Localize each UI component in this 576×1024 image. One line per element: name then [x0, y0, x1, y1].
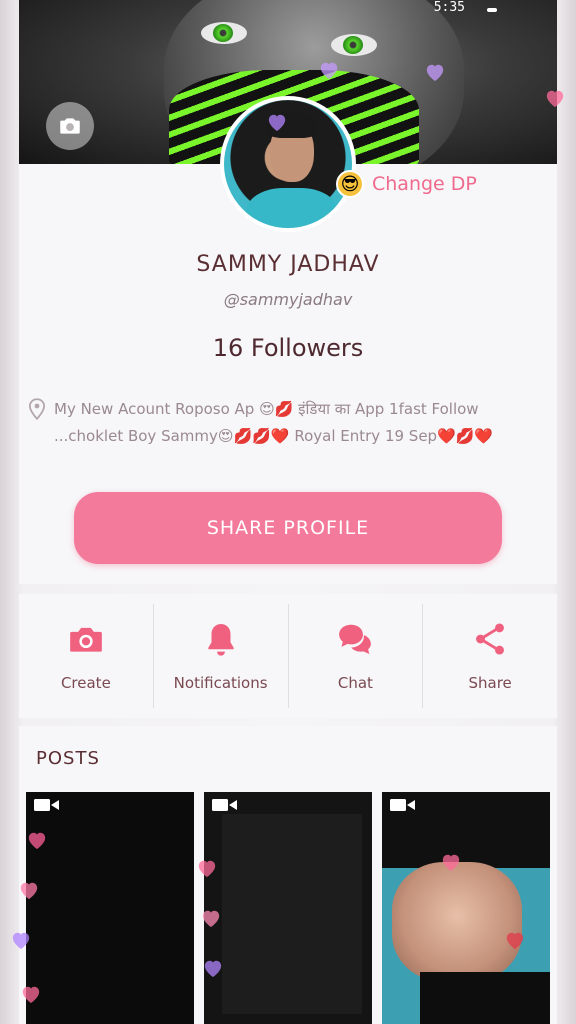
post-thumbnail[interactable]: [204, 792, 372, 1024]
heart-decoration-icon: [426, 64, 444, 82]
share-label: Share: [468, 674, 512, 692]
heart-decoration-icon: [546, 90, 564, 108]
chat-label: Chat: [337, 674, 373, 692]
heart-decoration-icon: [268, 114, 286, 132]
heart-decoration-icon: [20, 882, 38, 900]
status-time: 5:35: [433, 0, 465, 15]
video-camera-icon: [212, 799, 237, 811]
cover-right-eye: [331, 34, 377, 56]
post-thumbnail-shadow: [420, 972, 550, 1024]
heart-decoration-icon: [506, 932, 524, 950]
post-thumbnail-image: [222, 814, 362, 1014]
change-dp-label: Change DP: [372, 173, 477, 195]
chat-button[interactable]: Chat: [289, 604, 424, 708]
create-label: Create: [60, 674, 111, 692]
heart-decoration-icon: [22, 986, 40, 1004]
share-button[interactable]: Share: [423, 604, 557, 708]
sunglasses-emoji-icon: 😎: [336, 170, 364, 198]
chat-bubbles-icon: [339, 624, 372, 655]
heart-decoration-icon: [202, 910, 220, 928]
create-button[interactable]: Create: [19, 604, 154, 708]
heart-decoration-icon: [320, 62, 338, 80]
heart-decoration-icon: [198, 860, 216, 878]
share-profile-button[interactable]: SHARE PROFILE: [74, 492, 502, 564]
bell-icon: [207, 623, 234, 656]
bio-text: My New Acount Roposo Ap 😍💋 इंडिया का App…: [54, 400, 494, 445]
avatar-shirt: [246, 188, 338, 228]
video-camera-icon: [34, 799, 59, 811]
heart-decoration-icon: [442, 854, 460, 872]
camera-icon: [70, 627, 102, 652]
location-pin-icon: [28, 398, 46, 420]
heart-decoration-icon: [204, 960, 222, 978]
camera-icon: [60, 118, 80, 134]
change-cover-button[interactable]: [46, 102, 94, 150]
profile-bio: My New Acount Roposo Ap 😍💋 इंडिया का App…: [28, 396, 538, 450]
video-camera-icon: [390, 799, 415, 811]
action-bar: Create Notifications Chat Share: [19, 594, 557, 718]
share-icon: [476, 623, 505, 655]
post-thumbnail-face: [392, 862, 522, 982]
change-dp-button[interactable]: 😎 Change DP: [336, 170, 477, 198]
posts-section: POSTS: [19, 726, 557, 1024]
profile-handle: @sammyjadhav: [223, 290, 353, 309]
post-thumbnail[interactable]: [26, 792, 194, 1024]
heart-decoration-icon: [12, 932, 30, 950]
followers-count[interactable]: 16 Followers: [0, 334, 576, 362]
notifications-button[interactable]: Notifications: [154, 604, 289, 708]
cover-left-eye: [201, 22, 247, 44]
posts-title: POSTS: [36, 748, 100, 769]
avatar[interactable]: [220, 96, 356, 232]
status-indicator-icon: [487, 8, 497, 12]
notifications-label: Notifications: [173, 674, 268, 692]
post-thumbnail[interactable]: [382, 792, 550, 1024]
heart-decoration-icon: [28, 832, 46, 850]
profile-name: SAMMY JADHAV: [196, 252, 380, 277]
